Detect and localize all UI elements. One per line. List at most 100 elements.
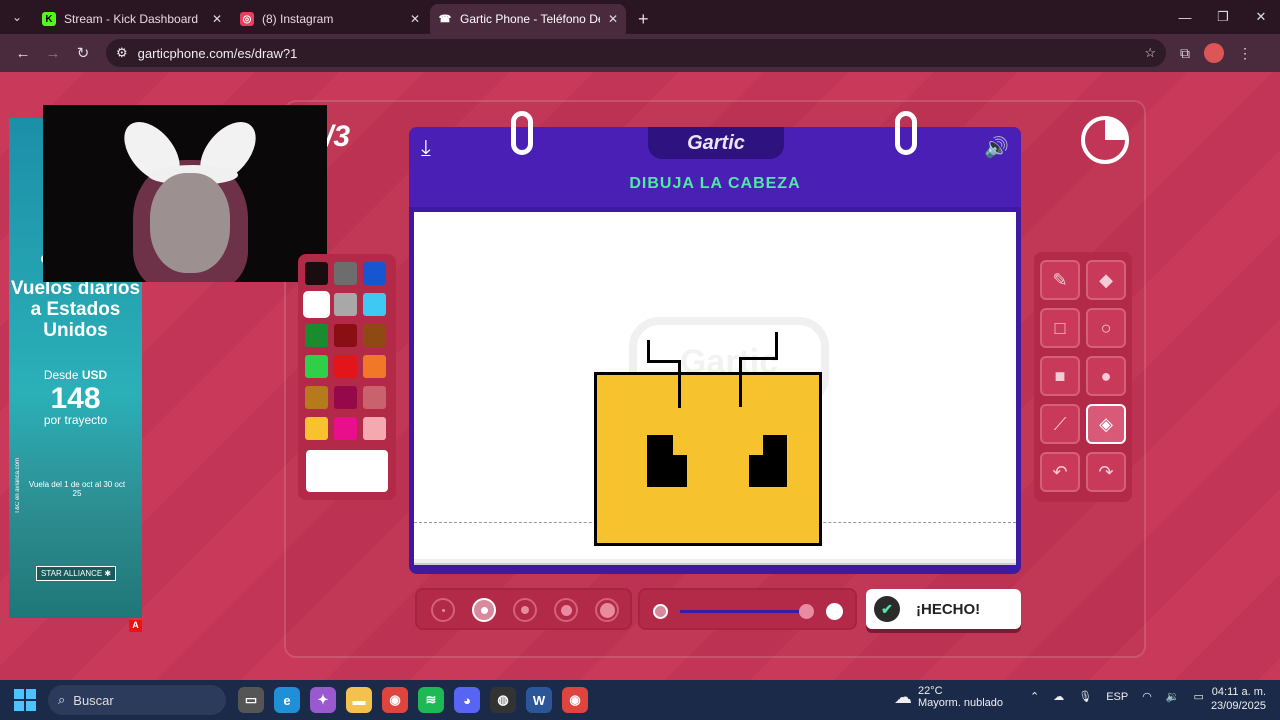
ad-dates: Vuela del 1 de oct al 30 oct 25 bbox=[28, 480, 126, 498]
wifi-icon[interactable]: ◠ bbox=[1142, 690, 1152, 703]
color-swatch[interactable] bbox=[363, 386, 386, 409]
ad-alliance-logo: STAR ALLIANCE ✱ bbox=[36, 566, 117, 581]
color-swatch[interactable] bbox=[363, 355, 386, 378]
taskbar-search[interactable]: ⌕ Buscar bbox=[48, 685, 226, 715]
search-placeholder: Buscar bbox=[73, 692, 114, 708]
rectangle-outline-tool[interactable]: □ bbox=[1040, 308, 1080, 348]
drawn-antenna-left bbox=[647, 360, 679, 363]
chrome-icon[interactable]: ◉ bbox=[382, 687, 408, 713]
taskbar-apps: ▭ e ✦ ▬ ◉ ≋ ◕ ◍ W ◉ bbox=[238, 687, 588, 713]
undo-icon[interactable]: ↶ bbox=[1040, 452, 1080, 492]
brush-size-2[interactable] bbox=[472, 598, 496, 622]
color-swatch[interactable] bbox=[363, 324, 386, 347]
word-icon[interactable]: W bbox=[526, 687, 552, 713]
forward-button[interactable]: → bbox=[38, 38, 68, 68]
color-swatch[interactable] bbox=[303, 291, 330, 318]
extensions-icon[interactable]: ⧉ bbox=[1180, 45, 1190, 62]
battery-icon[interactable]: ▭ bbox=[1194, 690, 1204, 703]
brush-size-1[interactable] bbox=[431, 598, 455, 622]
color-swatch[interactable] bbox=[305, 417, 328, 440]
language-indicator[interactable]: ESP bbox=[1106, 691, 1128, 703]
new-tab-button[interactable]: + bbox=[628, 4, 659, 34]
spotify-icon[interactable]: ≋ bbox=[418, 687, 444, 713]
volume-icon[interactable]: 🔊 bbox=[984, 135, 1009, 160]
drawn-antenna-left bbox=[647, 340, 650, 362]
color-swatch[interactable] bbox=[334, 324, 357, 347]
color-swatch[interactable] bbox=[334, 417, 357, 440]
opacity-slider[interactable] bbox=[638, 588, 857, 630]
tab-gartic[interactable]: ☎ Gartic Phone - Teléfono Descon ✕ bbox=[430, 4, 626, 34]
color-swatch[interactable] bbox=[363, 262, 386, 285]
drawn-eye-left-notch bbox=[673, 435, 687, 455]
task-view-icon[interactable]: ▭ bbox=[238, 687, 264, 713]
ad-price: 148 bbox=[50, 382, 101, 415]
brush-size-5[interactable] bbox=[595, 598, 619, 622]
tab-search-button[interactable]: ⌄ bbox=[0, 0, 34, 34]
avatar[interactable] bbox=[1204, 43, 1224, 63]
color-swatch[interactable] bbox=[334, 355, 357, 378]
url-text: garticphone.com/es/draw?1 bbox=[137, 45, 298, 61]
close-icon[interactable]: ✕ bbox=[608, 12, 618, 26]
pencil-tool[interactable]: ✎ bbox=[1040, 260, 1080, 300]
ad-badge[interactable]: A bbox=[129, 620, 142, 632]
maximize-button[interactable]: ❐ bbox=[1204, 0, 1242, 34]
gartic-logo: Gartic bbox=[648, 127, 784, 159]
weather-temp: 22°C bbox=[918, 685, 943, 697]
menu-icon[interactable]: ⋮ bbox=[1238, 45, 1252, 62]
color-swatch[interactable] bbox=[305, 262, 328, 285]
minimize-button[interactable]: — bbox=[1166, 0, 1204, 34]
color-swatch[interactable] bbox=[334, 262, 357, 285]
ellipse-outline-tool[interactable]: ○ bbox=[1086, 308, 1126, 348]
color-swatch[interactable] bbox=[363, 417, 386, 440]
search-icon: ⌕ bbox=[58, 692, 66, 707]
discord-icon[interactable]: ◕ bbox=[454, 687, 480, 713]
weather-text: 22°C Mayorm. nublado bbox=[918, 685, 1003, 709]
brush-size-4[interactable] bbox=[554, 598, 578, 622]
site-info-icon[interactable]: ⚙ bbox=[116, 45, 128, 61]
tab-kick[interactable]: K Stream - Kick Dashboard ✕ bbox=[34, 4, 230, 34]
fill-bucket-tool[interactable]: ◈ bbox=[1086, 404, 1126, 444]
color-swatch[interactable] bbox=[305, 386, 328, 409]
phone-icon: ☎ bbox=[438, 13, 452, 25]
brush-size-selector bbox=[415, 588, 632, 630]
eraser-tool[interactable]: ◆ bbox=[1086, 260, 1126, 300]
taskbar-clock[interactable]: 04:11 a. m. 23/09/2025 bbox=[1211, 685, 1266, 713]
reload-button[interactable]: ↻ bbox=[68, 38, 98, 68]
address-bar[interactable]: ⚙ garticphone.com/es/draw?1 ☆ bbox=[106, 39, 1166, 67]
redo-icon[interactable]: ↷ bbox=[1086, 452, 1126, 492]
download-icon[interactable]: ⤓ bbox=[421, 135, 431, 161]
color-swatch[interactable] bbox=[305, 324, 328, 347]
close-icon[interactable]: ✕ bbox=[212, 12, 222, 26]
color-swatch[interactable] bbox=[334, 386, 357, 409]
edge-icon[interactable]: e bbox=[274, 687, 300, 713]
tab-instagram[interactable]: ◎ (8) Instagram ✕ bbox=[232, 4, 428, 34]
file-explorer-icon[interactable]: ▬ bbox=[346, 687, 372, 713]
color-swatch[interactable] bbox=[334, 293, 357, 316]
windows-start-icon[interactable] bbox=[14, 689, 36, 711]
opacity-track[interactable] bbox=[680, 610, 808, 613]
onedrive-icon[interactable]: ☁ bbox=[1053, 690, 1064, 703]
drawing-canvas[interactable]: Gartic bbox=[414, 212, 1016, 562]
timer-icon bbox=[1081, 116, 1129, 164]
close-window-button[interactable]: ✕ bbox=[1242, 0, 1280, 34]
done-button[interactable]: ✔ ¡HECHO! bbox=[866, 589, 1021, 629]
weather-widget[interactable]: ☁ 22°C Mayorm. nublado bbox=[894, 685, 1003, 709]
line-tool[interactable]: ⟋ bbox=[1040, 404, 1080, 444]
chevron-up-icon[interactable]: ⌃ bbox=[1030, 690, 1039, 703]
back-button[interactable]: ← bbox=[8, 38, 38, 68]
clock-time: 04:11 a. m. bbox=[1211, 686, 1266, 698]
color-swatch[interactable] bbox=[363, 293, 386, 316]
opacity-handle[interactable] bbox=[799, 604, 814, 619]
brush-size-3[interactable] bbox=[513, 598, 537, 622]
ellipse-fill-tool[interactable]: ● bbox=[1086, 356, 1126, 396]
copilot-icon[interactable]: ✦ bbox=[310, 687, 336, 713]
obs-icon[interactable]: ◍ bbox=[490, 687, 516, 713]
close-icon[interactable]: ✕ bbox=[410, 12, 420, 26]
rectangle-fill-tool[interactable]: ■ bbox=[1040, 356, 1080, 396]
volume-icon[interactable]: 🔉 bbox=[1166, 690, 1180, 703]
drawn-antenna-left bbox=[678, 360, 681, 408]
microphone-icon[interactable]: 🎙 bbox=[1078, 690, 1092, 703]
chrome-profile-icon[interactable]: ◉ bbox=[562, 687, 588, 713]
color-swatch[interactable] bbox=[305, 355, 328, 378]
bookmark-star-icon[interactable]: ☆ bbox=[1144, 45, 1156, 61]
